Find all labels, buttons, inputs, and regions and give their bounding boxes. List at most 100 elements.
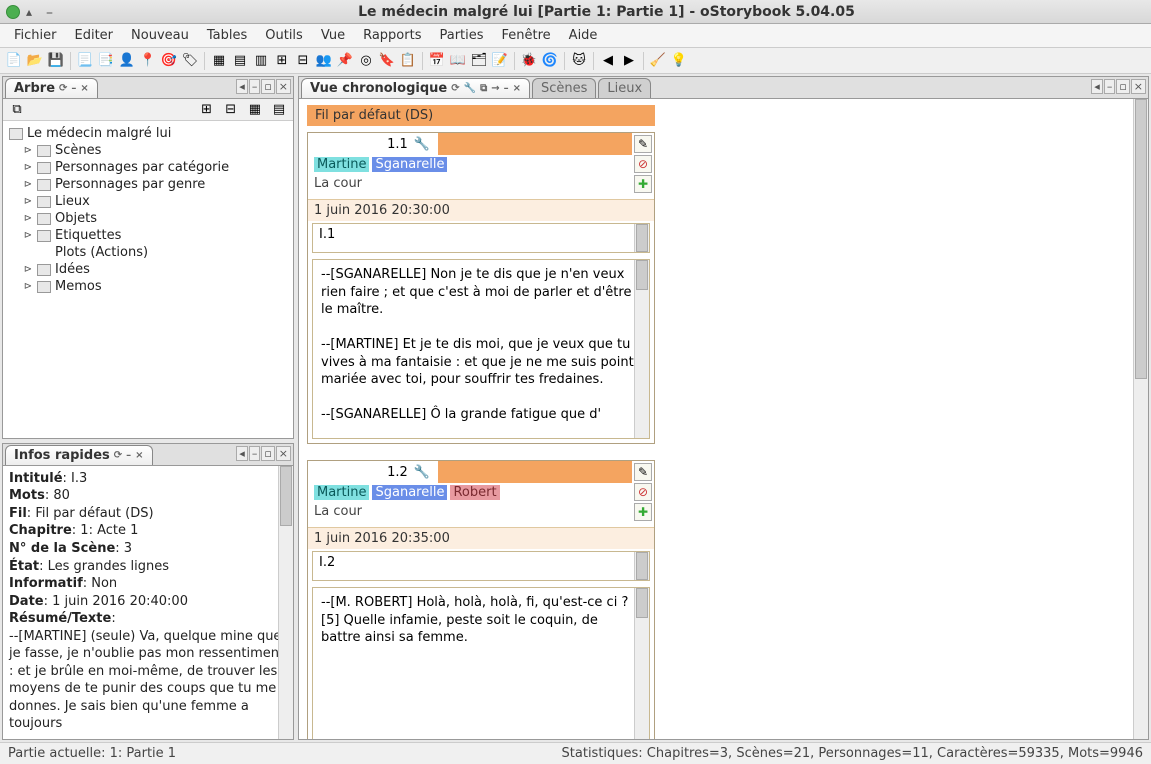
prev-icon[interactable]: ◀ — [599, 52, 617, 70]
view-icons-icon[interactable]: ⊞ — [198, 101, 216, 119]
tab-chrono[interactable]: Vue chronologique ⟳ 🔧 ⧉ → – × — [301, 78, 530, 98]
dup-icon[interactable]: ⧉ — [480, 83, 487, 94]
tab-scenes[interactable]: Scènes — [532, 78, 596, 98]
scene-title[interactable]: I.2 — [312, 551, 650, 581]
menu-rapports[interactable]: Rapports — [355, 26, 429, 45]
next-icon[interactable]: ▶ — [620, 52, 638, 70]
table-icon[interactable]: ▦ — [210, 52, 228, 70]
scene-title[interactable]: I.1 — [312, 223, 650, 253]
panel-min-icon[interactable]: – — [249, 446, 261, 461]
panel-min-icon[interactable]: – — [1104, 79, 1116, 94]
table2-icon[interactable]: ▤ — [231, 52, 249, 70]
scrollbar[interactable] — [1133, 99, 1148, 739]
menu-aide[interactable]: Aide — [561, 26, 606, 45]
tree-item-idees[interactable]: ⊳Idées — [23, 261, 287, 278]
tree-layout-icon[interactable]: ⧉ — [8, 101, 26, 119]
cat-icon[interactable]: 🐱 — [570, 52, 588, 70]
scrollbar[interactable] — [278, 466, 293, 739]
panel-prev-icon[interactable]: ◂ — [236, 79, 248, 94]
panel-close-icon[interactable]: × — [276, 79, 291, 94]
panel-max-icon[interactable]: ▫ — [261, 446, 274, 461]
tree-body[interactable]: Le médecin malgré lui ⊳Scènes ⊳Personnag… — [3, 121, 293, 438]
brush-icon[interactable]: 🧹 — [649, 52, 667, 70]
char-tag[interactable]: Robert — [450, 485, 499, 500]
grid-icon[interactable]: ⊞ — [273, 52, 291, 70]
view-tiles-icon[interactable]: ▦ — [246, 101, 264, 119]
bulb-icon[interactable]: 💡 — [670, 52, 688, 70]
menu-fichier[interactable]: Fichier — [6, 26, 65, 45]
save-icon[interactable]: 💾 — [47, 52, 65, 70]
tag-icon[interactable]: 🏷 — [181, 52, 199, 70]
delete-icon[interactable]: ⊘ — [634, 483, 652, 501]
chrono-body[interactable]: Fil par défaut (DS) 1.1 🔧 Martine Sganar… — [299, 99, 1148, 739]
refresh-icon[interactable]: ⟳ — [59, 83, 67, 94]
add-icon[interactable]: ✚ — [634, 175, 652, 193]
min2-icon[interactable]: – — [504, 83, 509, 94]
refresh-icon[interactable]: ⟳ — [451, 83, 459, 94]
pin-icon[interactable]: 📌 — [336, 52, 354, 70]
panel-prev-icon[interactable]: ◂ — [1091, 79, 1103, 94]
target-icon[interactable]: ◎ — [357, 52, 375, 70]
tree-item-pers-genre[interactable]: ⊳Personnages par genre — [23, 176, 287, 193]
spiral-icon[interactable]: 🌀 — [541, 52, 559, 70]
menu-parties[interactable]: Parties — [431, 26, 491, 45]
menu-tables[interactable]: Tables — [199, 26, 255, 45]
panel-prev-icon[interactable]: ◂ — [236, 446, 248, 461]
panel-max-icon[interactable]: ▫ — [261, 79, 274, 94]
person-icon[interactable]: 👤 — [118, 52, 136, 70]
wrench-icon[interactable]: 🔧 — [414, 465, 430, 480]
close-tab-icon[interactable]: × — [135, 450, 143, 461]
menu-editer[interactable]: Editer — [67, 26, 122, 45]
calendar-icon[interactable]: 📅 — [428, 52, 446, 70]
bug-icon[interactable]: 🐞 — [520, 52, 538, 70]
menu-fenetre[interactable]: Fenêtre — [494, 26, 559, 45]
edit-icon[interactable]: ✎ — [634, 135, 652, 153]
minimize-tab-icon[interactable]: – — [71, 83, 76, 94]
card-icon[interactable]: 🗂 — [470, 52, 488, 70]
scrollbar[interactable] — [634, 224, 649, 252]
tab-infos[interactable]: Infos rapides ⟳ – × — [5, 445, 153, 465]
wrench-icon[interactable]: 🔧 — [464, 83, 476, 94]
close-tab-icon[interactable]: × — [80, 83, 88, 94]
tab-lieux[interactable]: Lieux — [598, 78, 651, 98]
note-icon[interactable]: 📝 — [491, 52, 509, 70]
panel-close-icon[interactable]: × — [1131, 79, 1146, 94]
book-icon[interactable]: 📖 — [449, 52, 467, 70]
refresh-icon[interactable]: ⟳ — [114, 450, 122, 461]
panel-min-icon[interactable]: – — [249, 79, 261, 94]
scene-text[interactable]: --[M. ROBERT] Holà, holà, holà, fi, qu'e… — [312, 587, 650, 739]
chapter-icon[interactable]: 📑 — [97, 52, 115, 70]
scrollbar[interactable] — [634, 588, 649, 739]
panel-close-icon[interactable]: × — [276, 446, 291, 461]
menu-nouveau[interactable]: Nouveau — [123, 26, 197, 45]
tree-item-plots[interactable]: ⊳Plots (Actions) — [23, 244, 287, 261]
tree-item-lieux[interactable]: ⊳Lieux — [23, 193, 287, 210]
scrollbar[interactable] — [634, 552, 649, 580]
restore-icon[interactable]: ▴ — [26, 5, 40, 19]
thread-icon[interactable]: 🎯 — [160, 52, 178, 70]
panel-max-icon[interactable]: ▫ — [1116, 79, 1129, 94]
delete-icon[interactable]: ⊘ — [634, 155, 652, 173]
view-detail-icon[interactable]: ▤ — [270, 101, 288, 119]
tree-root[interactable]: Le médecin malgré lui — [9, 125, 287, 142]
table3-icon[interactable]: ▥ — [252, 52, 270, 70]
open-icon[interactable]: 📂 — [26, 52, 44, 70]
doc-icon[interactable]: 📋 — [399, 52, 417, 70]
tree-item-scenes[interactable]: ⊳Scènes — [23, 142, 287, 159]
scene-text[interactable]: --[SGANARELLE] Non je te dis que je n'en… — [312, 259, 650, 439]
close-tab-icon[interactable]: × — [513, 83, 521, 94]
char-tag[interactable]: Martine — [314, 485, 369, 500]
tree-item-objets[interactable]: ⊳Objets — [23, 210, 287, 227]
char-tag[interactable]: Martine — [314, 157, 369, 172]
tree-item-pers-cat[interactable]: ⊳Personnages par catégorie — [23, 159, 287, 176]
tree-item-memos[interactable]: ⊳Memos — [23, 278, 287, 295]
tree-item-etiq[interactable]: ⊳Etiquettes — [23, 227, 287, 244]
minimize-tab-icon[interactable]: – — [126, 450, 131, 461]
add-icon[interactable]: ✚ — [634, 503, 652, 521]
view-list-icon[interactable]: ⊟ — [222, 101, 240, 119]
tags-icon[interactable]: 🔖 — [378, 52, 396, 70]
edit-icon[interactable]: ✎ — [634, 463, 652, 481]
char-tag[interactable]: Sganarelle — [372, 157, 447, 172]
tab-arbre[interactable]: Arbre ⟳ – × — [5, 78, 98, 98]
wrench-icon[interactable]: 🔧 — [414, 137, 430, 152]
